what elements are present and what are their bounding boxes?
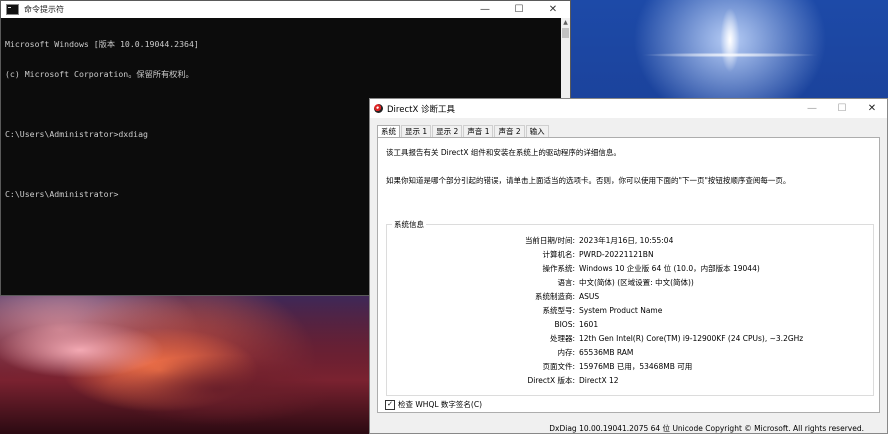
info-label: 语言: <box>557 278 575 287</box>
info-value: PWRD-20221121BN <box>579 250 654 259</box>
whql-label[interactable]: 检查 WHQL 数字签名(C) <box>398 399 482 410</box>
instruction-text: 如果你知道是哪个部分引起的错误，请单击上面适当的选项卡。否则，你可以使用下面的"… <box>386 176 791 185</box>
info-value: ASUS <box>579 292 600 301</box>
info-row-os: 操作系统: Windows 10 企业版 64 位 (10.0，内部版本 190… <box>387 263 875 275</box>
info-label: 系统制造商: <box>534 292 575 301</box>
info-row-memory: 内存: 65536MB RAM <box>387 347 875 359</box>
info-label: 计算机名: <box>542 250 575 259</box>
console-titlebar[interactable]: 命令提示符 — ☐ ✕ <box>1 1 570 18</box>
info-label: 处理器: <box>549 334 575 343</box>
info-row-manufacturer: 系统制造商: ASUS <box>387 291 875 303</box>
info-value: 65536MB RAM <box>579 348 634 357</box>
console-line: Microsoft Windows [版本 10.0.19044.2364] <box>5 39 199 49</box>
info-label: DirectX 版本: <box>527 376 575 385</box>
dxdiag-maximize-button[interactable]: ☐ <box>827 99 857 118</box>
console-scroll-thumb[interactable] <box>562 28 569 38</box>
info-label: 当前日期/时间: <box>524 236 575 245</box>
tab-display-1[interactable]: 显示 1 <box>401 125 432 137</box>
whql-checkbox[interactable]: ✓ <box>385 399 395 410</box>
info-row-language: 语言: 中文(简体) (区域设置: 中文(简体)) <box>387 277 875 289</box>
wallpaper-clouds <box>0 300 370 434</box>
system-info-title: 系统信息 <box>392 219 426 230</box>
info-value: 12th Gen Intel(R) Core(TM) i9-12900KF (2… <box>579 334 804 343</box>
info-label: 内存: <box>557 348 575 357</box>
info-row-pagefile: 页面文件: 15976MB 已用，53468MB 可用 <box>387 361 875 373</box>
info-row-model: 系统型号: System Product Name <box>387 305 875 317</box>
info-label: 系统型号: <box>542 306 575 315</box>
directx-app-icon <box>374 104 383 113</box>
console-app-icon <box>6 4 19 15</box>
info-row-processor: 处理器: 12th Gen Intel(R) Core(TM) i9-12900… <box>387 333 875 345</box>
tab-input[interactable]: 输入 <box>525 125 549 137</box>
console-title: 命令提示符 <box>24 5 64 14</box>
info-value: System Product Name <box>579 306 663 315</box>
info-row-computer-name: 计算机名: PWRD-20221121BN <box>387 249 875 261</box>
info-row-directx-version: DirectX 版本: DirectX 12 <box>387 375 875 387</box>
info-row-bios: BIOS: 1601 <box>387 319 875 331</box>
whql-check-option[interactable]: ✓ 检查 WHQL 数字签名(C) <box>385 399 482 410</box>
tab-display-2[interactable]: 显示 2 <box>432 125 463 137</box>
info-value: 中文(简体) (区域设置: 中文(简体)) <box>579 278 694 287</box>
wallpaper-flare <box>710 0 750 80</box>
system-tab-panel: 该工具报告有关 DirectX 组件和安装在系统上的驱动程序的详细信息。 如果你… <box>377 137 880 413</box>
info-value: 1601 <box>579 320 599 329</box>
dxdiag-tab-bar: 系统 显示 1 显示 2 声音 1 声音 2 输入 <box>377 125 550 138</box>
system-info-group: 系统信息 当前日期/时间: 2023年1月16日, 10:55:04 计算机名:… <box>386 219 875 396</box>
intro-text: 该工具报告有关 DirectX 组件和安装在系统上的驱动程序的详细信息。 <box>386 148 621 157</box>
tab-sound-2[interactable]: 声音 2 <box>494 125 525 137</box>
dxdiag-minimize-button[interactable]: — <box>797 99 827 118</box>
info-value: Windows 10 企业版 64 位 (10.0，内部版本 19044) <box>579 264 760 273</box>
info-label: 操作系统: <box>542 264 575 273</box>
wallpaper-flare-horizontal <box>620 52 840 58</box>
info-value: 2023年1月16日, 10:55:04 <box>579 236 674 245</box>
console-line: (c) Microsoft Corporation。保留所有权利。 <box>5 69 194 79</box>
dxdiag-close-button[interactable]: ✕ <box>857 99 887 118</box>
info-label: 页面文件: <box>542 362 575 371</box>
scroll-up-arrow-icon[interactable]: ▲ <box>561 18 570 27</box>
dxdiag-window[interactable]: DirectX 诊断工具 — ☐ ✕ 系统 显示 1 显示 2 声音 1 声音 … <box>369 98 888 434</box>
dxdiag-titlebar[interactable]: DirectX 诊断工具 — ☐ ✕ <box>370 99 887 118</box>
dxdiag-title: DirectX 诊断工具 <box>387 104 455 115</box>
console-minimize-button[interactable]: — <box>468 1 502 18</box>
console-close-button[interactable]: ✕ <box>536 1 570 18</box>
info-row-datetime: 当前日期/时间: 2023年1月16日, 10:55:04 <box>387 235 875 247</box>
dxdiag-version-footer: DxDiag 10.00.19041.2075 64 位 Unicode Cop… <box>549 424 864 433</box>
tab-sound-1[interactable]: 声音 1 <box>463 125 494 137</box>
console-maximize-button[interactable]: ☐ <box>502 1 536 18</box>
info-value: DirectX 12 <box>579 376 619 385</box>
info-value: 15976MB 已用，53468MB 可用 <box>579 362 693 371</box>
info-label: BIOS: <box>554 320 575 329</box>
